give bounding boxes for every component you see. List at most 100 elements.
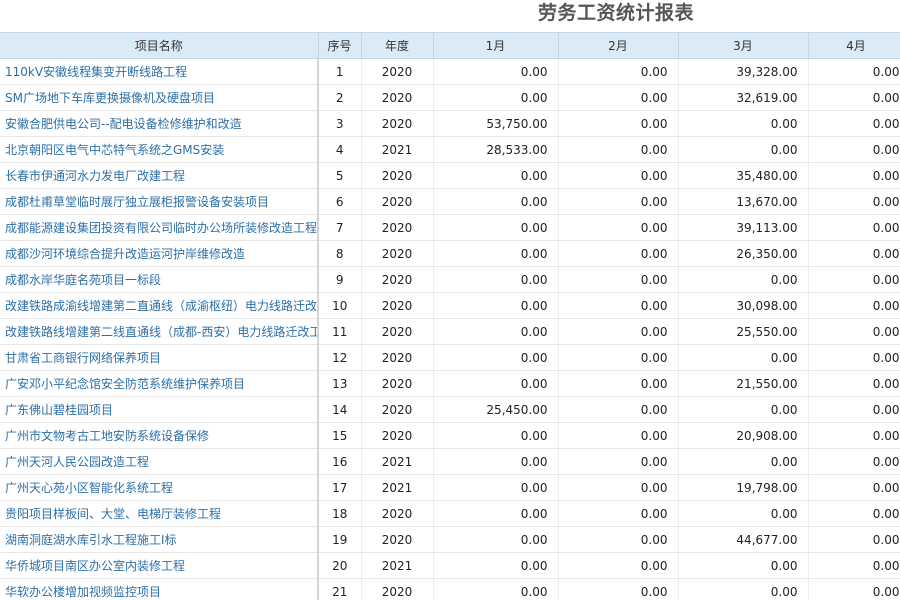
project-name-link[interactable]: 广安邓小平纪念馆安全防范系统维护保养项目 [0,370,319,397]
project-name-link[interactable]: 华侨城项目南区办公室内装修工程 [0,552,319,579]
month-4-cell: 0.00 [808,266,900,293]
table-row[interactable]: 广州天河人民公园改造工程 16 2021 0.00 0.00 0.00 0.00 [0,448,900,475]
month-3-cell: 39,328.00 [678,58,809,85]
seq-cell: 12 [318,344,362,371]
month-1-cell: 0.00 [433,448,559,475]
month-1-cell: 0.00 [433,552,559,579]
month-3-cell: 21,550.00 [678,370,809,397]
project-name-link[interactable]: 甘肃省工商银行网络保养项目 [0,344,319,371]
month-3-cell: 26,350.00 [678,240,809,267]
month-4-cell: 0.00 [808,422,900,449]
project-name-link[interactable]: 安徽合肥供电公司--配电设备检修维护和改造 [0,110,319,137]
table-row[interactable]: 成都水岸华庭名苑项目一标段 9 2020 0.00 0.00 0.00 0.00 [0,266,900,293]
year-cell: 2021 [361,136,434,163]
month-4-cell: 0.00 [808,500,900,527]
project-name-link[interactable]: 广州天心苑小区智能化系统工程 [0,474,319,501]
seq-cell: 16 [318,448,362,475]
table-row[interactable]: 成都能源建设集团投资有限公司临时办公场所装修改造工程EPC 7 2020 0.00 0.… [0,214,900,241]
month-4-cell: 0.00 [808,136,900,163]
table-row[interactable]: 改建铁路线增建第二线直通线（成都-西安）电力线路迁改工程 11 2020 0.00 0.… [0,318,900,345]
salary-table: 项目名称 序号 年度 1月 2月 3月 4月 110kV安徽线程集变开断线路工程… [0,32,900,600]
month-4-cell: 0.00 [808,552,900,579]
table-row[interactable]: 贵阳项目样板间、大堂、电梯厅装修工程 18 2020 0.00 0.00 0.00 0.00 [0,500,900,527]
header-project-name[interactable]: 项目名称 [0,32,319,59]
month-1-cell: 0.00 [433,318,559,345]
month-2-cell: 0.00 [558,58,679,85]
month-1-cell: 0.00 [433,266,559,293]
seq-cell: 21 [318,578,362,600]
month-2-cell: 0.00 [558,84,679,111]
month-4-cell: 0.00 [808,84,900,111]
table-row[interactable]: 成都杜甫草堂临时展厅独立展柜报警设备安装项目 6 2020 0.00 0.00 13,67… [0,188,900,215]
seq-cell: 20 [318,552,362,579]
seq-cell: 7 [318,214,362,241]
month-2-cell: 0.00 [558,110,679,137]
project-name-link[interactable]: 成都能源建设集团投资有限公司临时办公场所装修改造工程EPC [0,214,319,241]
month-2-cell: 0.00 [558,578,679,600]
month-1-cell: 0.00 [433,58,559,85]
table-row[interactable]: 广东佛山碧桂园项目 14 2020 25,450.00 0.00 0.00 0.00 [0,396,900,423]
seq-cell: 19 [318,526,362,553]
table-row[interactable]: 湖南洞庭湖水库引水工程施工I标 19 2020 0.00 0.00 44,677.00 0.… [0,526,900,553]
month-1-cell: 0.00 [433,500,559,527]
table-row[interactable]: 成都沙河环境综合提升改造运河护岸维修改造 8 2020 0.00 0.00 26,350.… [0,240,900,267]
year-cell: 2021 [361,448,434,475]
year-cell: 2020 [361,266,434,293]
seq-cell: 8 [318,240,362,267]
table-row[interactable]: SM广场地下车库更换摄像机及硬盘项目 2 2020 0.00 0.00 32,619.00… [0,84,900,111]
project-name-link[interactable]: 北京朝阳区电气中芯特气系统之GMS安装 [0,136,319,163]
header-month-3[interactable]: 3月 [678,32,809,59]
seq-cell: 11 [318,318,362,345]
seq-cell: 14 [318,396,362,423]
month-3-cell: 0.00 [678,344,809,371]
project-name-link[interactable]: 湖南洞庭湖水库引水工程施工I标 [0,526,319,553]
table-row[interactable]: 广安邓小平纪念馆安全防范系统维护保养项目 13 2020 0.00 0.00 21,550… [0,370,900,397]
project-name-link[interactable]: 广州天河人民公园改造工程 [0,448,319,475]
seq-cell: 15 [318,422,362,449]
month-2-cell: 0.00 [558,188,679,215]
project-name-link[interactable]: 成都水岸华庭名苑项目一标段 [0,266,319,293]
project-name-link[interactable]: SM广场地下车库更换摄像机及硬盘项目 [0,84,319,111]
project-name-link[interactable]: 110kV安徽线程集变开断线路工程 [0,58,319,85]
table-row[interactable]: 甘肃省工商银行网络保养项目 12 2020 0.00 0.00 0.00 0.00 [0,344,900,371]
project-name-link[interactable]: 改建铁路线增建第二线直通线（成都-西安）电力线路迁改工程 [0,318,319,345]
header-month-2[interactable]: 2月 [558,32,679,59]
table-row[interactable]: 广州天心苑小区智能化系统工程 17 2021 0.00 0.00 19,798.00 0.0… [0,474,900,501]
header-month-1[interactable]: 1月 [433,32,559,59]
header-seq[interactable]: 序号 [318,32,362,59]
project-name-link[interactable]: 成都沙河环境综合提升改造运河护岸维修改造 [0,240,319,267]
table-row[interactable]: 110kV安徽线程集变开断线路工程 1 2020 0.00 0.00 39,328.00 0… [0,58,900,85]
month-3-cell: 0.00 [678,578,809,600]
month-4-cell: 0.00 [808,240,900,267]
table-row[interactable]: 华软办公楼增加视频监控项目 21 2020 0.00 0.00 0.00 0.00 [0,578,900,600]
project-name-link[interactable]: 改建铁路成渝线增建第二直通线（成渝枢纽）电力线路迁改工程 [0,292,319,319]
seq-cell: 2 [318,84,362,111]
month-1-cell: 53,750.00 [433,110,559,137]
seq-cell: 10 [318,292,362,319]
project-name-link[interactable]: 广东佛山碧桂园项目 [0,396,319,423]
month-1-cell: 0.00 [433,214,559,241]
table-row[interactable]: 长春市伊通河水力发电厂改建工程 5 2020 0.00 0.00 35,480.00 0.0… [0,162,900,189]
project-name-link[interactable]: 华软办公楼增加视频监控项目 [0,578,319,600]
table-row[interactable]: 广州市文物考古工地安防系统设备保修 15 2020 0.00 0.00 20,908.00… [0,422,900,449]
month-3-cell: 25,550.00 [678,318,809,345]
project-name-link[interactable]: 贵阳项目样板间、大堂、电梯厅装修工程 [0,500,319,527]
header-year[interactable]: 年度 [361,32,434,59]
table-row[interactable]: 华侨城项目南区办公室内装修工程 20 2021 0.00 0.00 0.00 0.00 [0,552,900,579]
year-cell: 2020 [361,396,434,423]
table-row[interactable]: 北京朝阳区电气中芯特气系统之GMS安装 4 2021 28,533.00 0.00 0.0… [0,136,900,163]
year-cell: 2021 [361,552,434,579]
project-name-link[interactable]: 广州市文物考古工地安防系统设备保修 [0,422,319,449]
month-1-cell: 25,450.00 [433,396,559,423]
year-cell: 2020 [361,84,434,111]
project-name-link[interactable]: 长春市伊通河水力发电厂改建工程 [0,162,319,189]
seq-cell: 5 [318,162,362,189]
year-cell: 2020 [361,370,434,397]
month-2-cell: 0.00 [558,370,679,397]
seq-cell: 6 [318,188,362,215]
table-row[interactable]: 改建铁路成渝线增建第二直通线（成渝枢纽）电力线路迁改工程 10 2020 0.00 0.… [0,292,900,319]
table-row[interactable]: 安徽合肥供电公司--配电设备检修维护和改造 3 2020 53,750.00 0.00 0… [0,110,900,137]
project-name-link[interactable]: 成都杜甫草堂临时展厅独立展柜报警设备安装项目 [0,188,319,215]
header-month-4[interactable]: 4月 [808,32,900,59]
header-row: 项目名称 序号 年度 1月 2月 3月 4月 [0,32,900,59]
